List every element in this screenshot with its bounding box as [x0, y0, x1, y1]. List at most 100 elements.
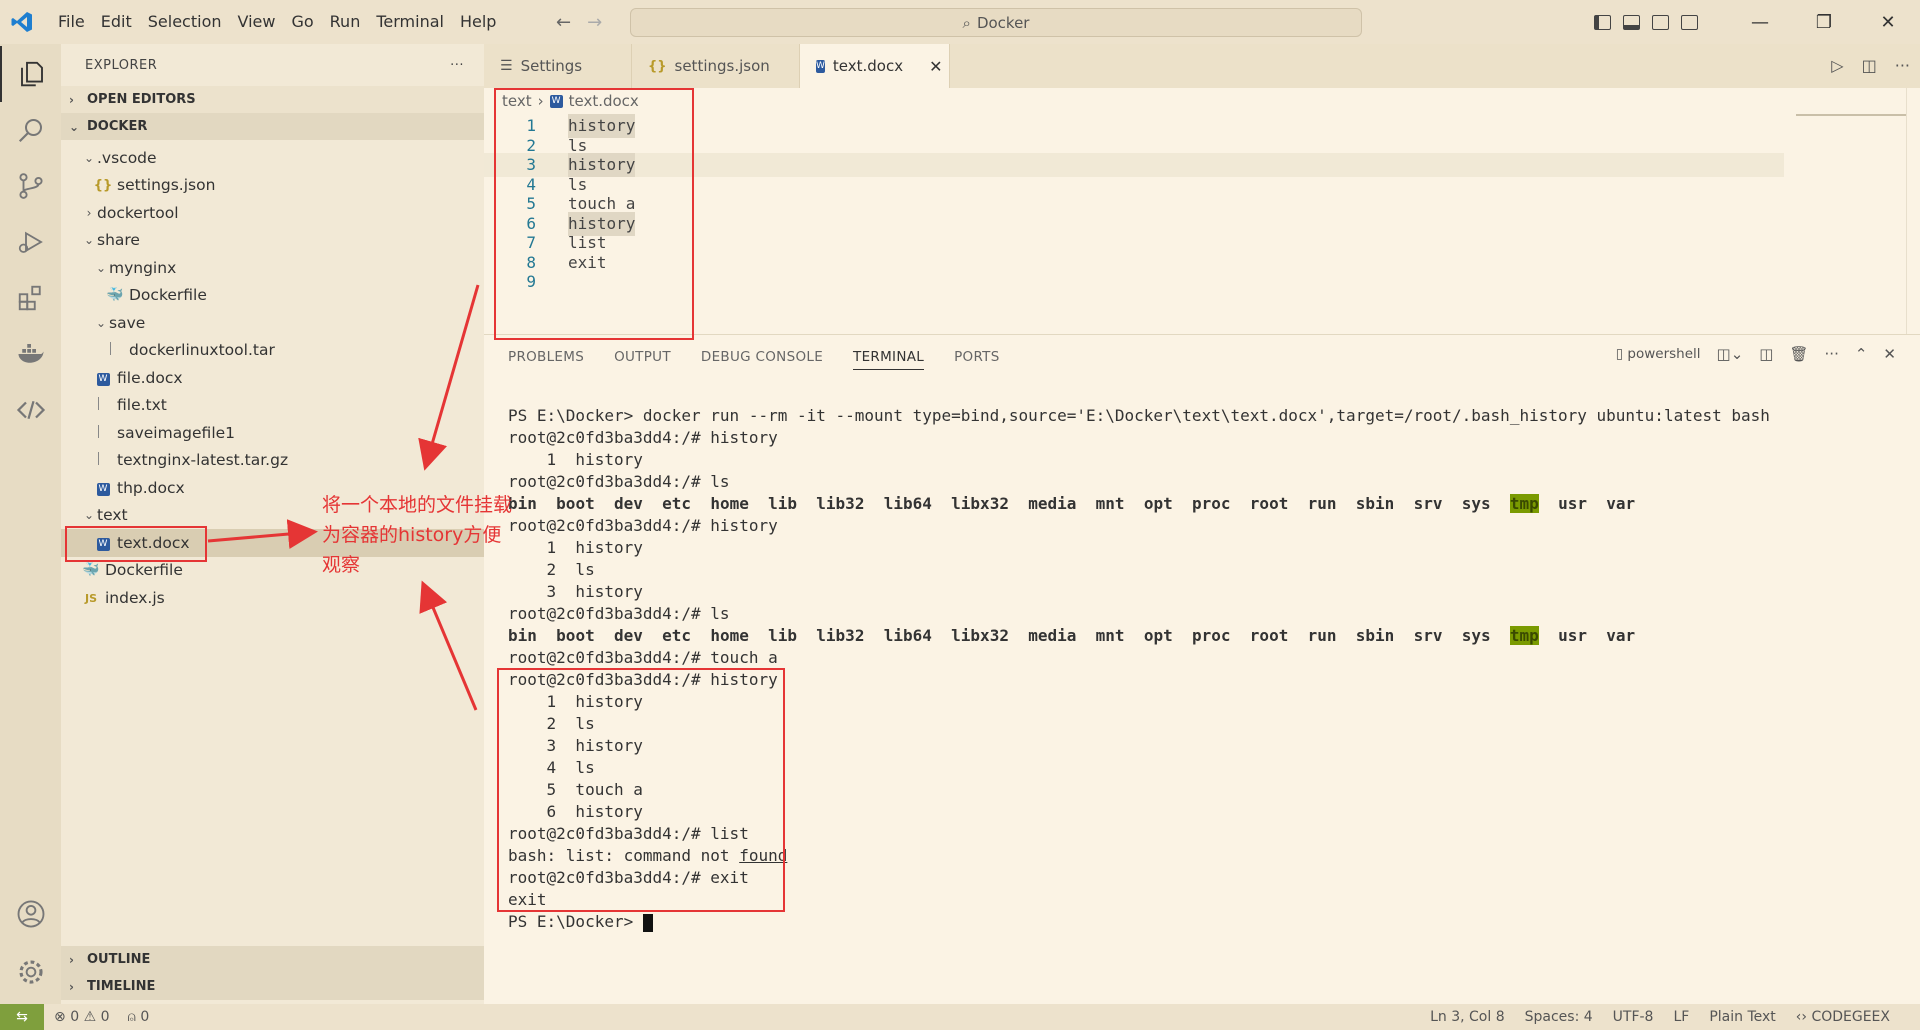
more-actions-icon[interactable]: ··· — [1825, 345, 1839, 363]
tree-item[interactable]: › dockertool — [61, 199, 484, 227]
problems-status[interactable]: ⊗ 0 ⚠ 0 — [54, 1009, 110, 1025]
source-control-icon[interactable] — [0, 158, 61, 214]
tab-text-docx[interactable]: W text.docx ✕ — [800, 44, 950, 88]
restore-icon[interactable]: ❐ — [1792, 12, 1856, 33]
editor-scrollbar[interactable] — [1906, 88, 1920, 334]
outline-section[interactable]: › OUTLINE — [61, 946, 484, 973]
forward-arrow-icon[interactable]: → — [587, 12, 602, 33]
menu-item-edit[interactable]: Edit — [93, 0, 140, 44]
tree-item-label: thp.docx — [117, 478, 185, 497]
tree-item-label: settings.json — [117, 176, 216, 195]
back-arrow-icon[interactable]: ← — [556, 12, 571, 33]
tree-item[interactable]: JS index.js — [61, 584, 484, 612]
menu-item-run[interactable]: Run — [322, 0, 369, 44]
tree-item-label: dockertool — [97, 203, 179, 222]
split-terminal-icon[interactable]: ◫ — [1759, 345, 1773, 363]
word-icon: W — [93, 480, 113, 496]
panel-tabs: PROBLEMS OUTPUT DEBUG CONSOLE TERMINAL PORTS — [508, 349, 1000, 370]
tree-item[interactable]: ⌄ .vscode — [61, 144, 484, 172]
terminal-shell-selector[interactable]: ▯ powershell — [1616, 346, 1701, 362]
minimap[interactable] — [1796, 114, 1906, 124]
menu-item-go[interactable]: Go — [283, 0, 321, 44]
menu-item-terminal[interactable]: Terminal — [368, 0, 452, 44]
chevron-down-icon: ⌄ — [83, 508, 95, 523]
run-icon[interactable]: ▷ — [1831, 56, 1843, 75]
tree-item[interactable]: {} settings.json — [61, 172, 484, 200]
accounts-icon[interactable] — [0, 886, 61, 942]
trash-icon[interactable]: 🗑 — [1789, 345, 1808, 363]
command-center-label: Docker — [976, 13, 1030, 32]
menu-item-help[interactable]: Help — [452, 0, 504, 44]
tree-item[interactable]: ⌄ share — [61, 227, 484, 255]
indentation[interactable]: Spaces: 4 — [1525, 1009, 1593, 1025]
chevron-down-icon: ⌄ — [83, 233, 95, 248]
more-actions-icon[interactable]: ··· — [1895, 56, 1910, 75]
timeline-section[interactable]: › TIMELINE — [61, 973, 484, 1000]
close-tab-icon[interactable]: ✕ — [929, 57, 942, 76]
settings-icon: ☰ — [500, 58, 513, 74]
panel-tab-terminal[interactable]: TERMINAL — [853, 349, 925, 370]
open-editors-label: OPEN EDITORS — [87, 92, 196, 107]
tree-item[interactable]: ⌄ save — [61, 309, 484, 337]
explorer-icon[interactable] — [0, 46, 61, 102]
tree-item[interactable]: ⌄ mynginx — [61, 254, 484, 282]
codegeex-status[interactable]: ‹› CODEGEEX — [1796, 1009, 1890, 1025]
shell-name: powershell — [1627, 346, 1701, 362]
ports-count: 0 — [140, 1009, 150, 1025]
tree-item[interactable]: dockerlinuxtool.tar — [61, 337, 484, 365]
panel-tab-debug-console[interactable]: DEBUG CONSOLE — [701, 349, 823, 370]
tab-settings-json[interactable]: {} settings.json — [632, 44, 800, 88]
tab-settings[interactable]: ☰ Settings — [484, 44, 632, 88]
open-editors-section[interactable]: › OPEN EDITORS — [61, 86, 484, 113]
tree-item[interactable]: textnginx-latest.tar.gz — [61, 447, 484, 475]
minimize-icon[interactable]: — — [1728, 12, 1792, 33]
language-mode[interactable]: Plain Text — [1709, 1009, 1775, 1025]
editor[interactable]: text › W text.docx 1 history 2 ls 3 history 4 l… — [484, 88, 1920, 334]
split-editor-icon[interactable]: ◫ — [1862, 56, 1877, 75]
run-debug-icon[interactable] — [0, 214, 61, 270]
activity-bar — [0, 44, 61, 1004]
toggle-secondary-sidebar-icon[interactable] — [1652, 14, 1669, 30]
workspace-section[interactable]: ⌄ DOCKER — [61, 113, 484, 140]
tree-item[interactable]: Wfile.docx — [61, 364, 484, 392]
close-panel-icon[interactable]: ✕ — [1883, 345, 1896, 363]
panel-tab-problems[interactable]: PROBLEMS — [508, 349, 584, 370]
extensions-icon[interactable] — [0, 270, 61, 326]
line-ending[interactable]: LF — [1673, 1009, 1689, 1025]
close-window-icon[interactable]: ✕ — [1856, 12, 1920, 33]
panel-tab-output[interactable]: OUTPUT — [614, 349, 671, 370]
toggle-panel-icon[interactable] — [1623, 14, 1640, 30]
maximize-panel-icon[interactable]: ⌃ — [1855, 345, 1868, 363]
tab-label: Settings — [520, 57, 583, 75]
vscode-logo-icon — [0, 0, 44, 44]
ports-status[interactable]: ⍝ 0 — [128, 1009, 150, 1025]
more-actions-icon[interactable]: ··· — [450, 58, 464, 73]
encoding[interactable]: UTF-8 — [1613, 1009, 1654, 1025]
menu-item-view[interactable]: View — [230, 0, 284, 44]
remote-indicator-icon[interactable]: ⇆ — [0, 1004, 44, 1030]
new-terminal-split-icon[interactable]: ◫⌄ — [1717, 345, 1744, 363]
search-icon[interactable] — [0, 102, 61, 158]
tab-label: settings.json — [674, 57, 770, 75]
docker-icon[interactable] — [0, 326, 61, 382]
chevron-right-icon: › — [69, 952, 74, 967]
panel-actions: ▯ powershell ◫⌄ ◫ 🗑 ··· ⌃ ✕ — [1616, 345, 1896, 363]
tree-item-label: saveimagefile1 — [117, 423, 236, 442]
tree-item[interactable]: file.txt — [61, 392, 484, 420]
tree-item[interactable]: saveimagefile1 — [61, 419, 484, 447]
menu-item-selection[interactable]: Selection — [140, 0, 230, 44]
search-icon: ⌕ — [962, 13, 971, 32]
tree-item-label: save — [109, 313, 146, 332]
remote-explorer-icon[interactable] — [0, 382, 61, 438]
toggle-primary-sidebar-icon[interactable] — [1594, 14, 1611, 30]
javascript-icon: JS — [84, 591, 97, 605]
customize-layout-icon[interactable] — [1681, 14, 1698, 30]
menu-item-file[interactable]: File — [50, 0, 93, 44]
command-center[interactable]: ⌕ Docker — [630, 8, 1362, 37]
docker-icon: 🐳 — [82, 562, 100, 579]
warning-count: 0 — [100, 1009, 110, 1025]
cursor-position[interactable]: Ln 3, Col 8 — [1430, 1009, 1505, 1025]
panel-tab-ports[interactable]: PORTS — [954, 349, 999, 370]
tree-item[interactable]: 🐳 Dockerfile — [61, 282, 484, 310]
settings-gear-icon[interactable] — [0, 944, 61, 1000]
